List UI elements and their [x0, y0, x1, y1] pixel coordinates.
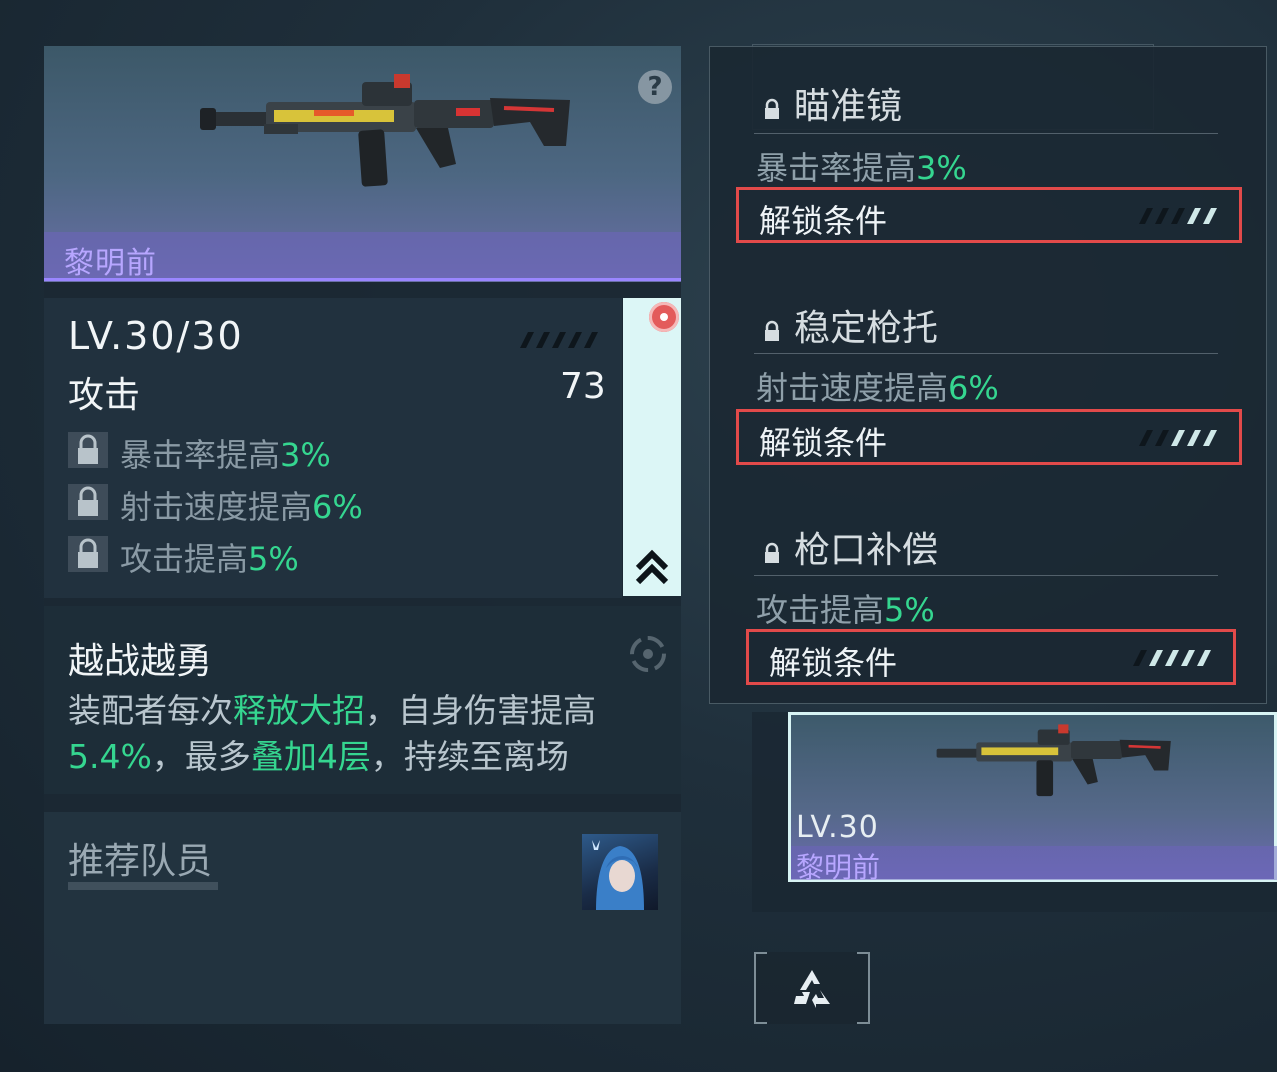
card-weapon-name: 黎明前 [796, 851, 881, 884]
attachment-name: 瞄准镜 [794, 86, 903, 127]
rifle-image [200, 74, 570, 187]
bonus-text: 攻击提高 [120, 540, 249, 578]
double-chevron-up-icon [635, 549, 669, 585]
effect-value: 6% [948, 369, 999, 407]
attachments-popup: 瞄准镜 暴击率提高3% 解锁条件 稳定枪托 射击速度提高6% 解锁条件 枪口补偿… [709, 46, 1267, 704]
attachment-name: 稳定枪托 [794, 308, 939, 349]
recommend-decoration [68, 882, 218, 890]
skill-block: 越战越勇 装配者每次释放大招，自身伤害提高 5.4%，最多叠加4层，持续至离场 [44, 606, 681, 794]
unlock-condition-button[interactable]: 解锁条件 [736, 409, 1242, 465]
attachment-name: 枪口补偿 [794, 530, 939, 571]
weapon-detail-panel: ? 黎明前 LV.30/30 攻击 73 暴击率提高3% 射击速度提高6% 攻击… [44, 46, 681, 1024]
unlock-condition-button[interactable]: 解锁条件 [736, 187, 1242, 243]
attachment-title: 枪口补偿 [762, 521, 938, 573]
skill-desc-text: ，持续至离场 [370, 737, 569, 776]
lock-icon [765, 320, 779, 341]
progress-bars-icon [1139, 430, 1217, 446]
level-bars-icon [520, 332, 598, 348]
unlock-condition-button[interactable]: 解锁条件 [746, 629, 1236, 685]
bonus-value: 5% [248, 540, 299, 578]
attack-value: 73 [560, 366, 606, 407]
skill-description: 装配者每次释放大招，自身伤害提高 5.4%，最多叠加4层，持续至离场 [68, 688, 668, 780]
effect-value: 5% [884, 591, 935, 629]
skill-title: 越战越勇 [68, 641, 213, 682]
divider [754, 575, 1218, 576]
weapon-banner: ? 黎明前 [44, 46, 681, 282]
notification-dot-icon [649, 302, 679, 332]
lock-icon [68, 536, 108, 572]
recommend-title: 推荐队员 [68, 841, 213, 882]
skill-desc-text: ，最多 [151, 737, 251, 776]
effect-value: 3% [916, 149, 967, 187]
target-icon [630, 636, 666, 672]
bonus-value: 6% [312, 488, 363, 526]
attack-label: 攻击 [68, 375, 141, 416]
skill-desc-text: 装配者每次 [68, 691, 233, 730]
rifle-thumbnail-image [936, 724, 1171, 797]
skill-desc-text: ，自身伤害提高 [365, 691, 596, 730]
attachment-title: 瞄准镜 [762, 77, 902, 129]
recycle-button[interactable] [754, 952, 870, 1024]
member-avatar[interactable] [582, 834, 658, 910]
weapon-name: 黎明前 [64, 246, 157, 281]
attachment-title: 稳定枪托 [762, 299, 938, 351]
progress-bars-icon [1139, 208, 1217, 224]
lock-icon [68, 432, 108, 468]
recommend-block: 推荐队员 [44, 812, 681, 1024]
unlock-condition-label: 解锁条件 [759, 424, 888, 462]
card-level: LV.30 [796, 810, 879, 845]
effect-text: 暴击率提高 [756, 149, 917, 187]
recycle-icon [794, 970, 830, 1008]
bonus-value: 3% [280, 436, 331, 474]
attachment-effect: 攻击提高5% [756, 585, 935, 631]
unlock-condition-label: 解锁条件 [769, 644, 898, 682]
lock-icon [68, 484, 108, 520]
divider [754, 133, 1218, 134]
effect-text: 攻击提高 [756, 591, 885, 629]
progress-bars-icon [1133, 650, 1211, 666]
skill-desc-highlight: 叠加4层 [250, 737, 371, 776]
bonus-text: 暴击率提高 [120, 436, 281, 474]
lock-icon [765, 98, 779, 119]
divider [754, 353, 1218, 354]
unlock-condition-label: 解锁条件 [759, 202, 888, 240]
help-icon[interactable]: ? [638, 70, 672, 104]
effect-text: 射击速度提高 [756, 369, 949, 407]
attachment-effect: 射击速度提高6% [756, 363, 999, 409]
weapon-level: LV.30/30 [68, 314, 244, 358]
bonus-text: 射击速度提高 [120, 488, 313, 526]
skill-desc-highlight: 释放大招 [233, 691, 365, 730]
stats-block: LV.30/30 攻击 73 暴击率提高3% 射击速度提高6% 攻击提高5% [44, 298, 622, 598]
attachment-effect: 暴击率提高3% [756, 143, 967, 189]
skill-desc-highlight: 5.4% [68, 737, 152, 776]
lock-icon [765, 542, 779, 563]
